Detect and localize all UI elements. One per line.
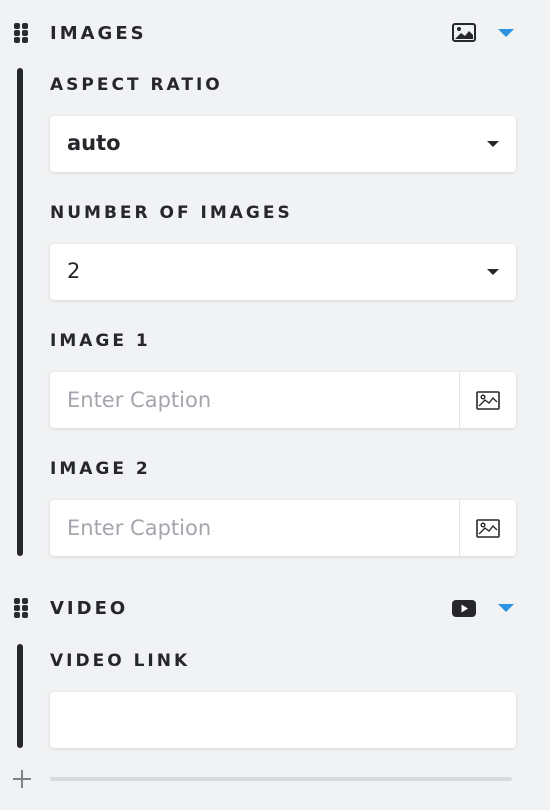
- youtube-icon: [452, 600, 476, 621]
- image-1-label: IMAGE 1: [50, 331, 151, 351]
- image-1-picker-button[interactable]: [459, 372, 516, 428]
- images-section-title: IMAGES: [50, 23, 147, 44]
- image-2-picker-button[interactable]: [459, 500, 516, 556]
- plus-icon[interactable]: [13, 770, 31, 788]
- image-2-label: IMAGE 2: [50, 459, 151, 479]
- video-section-title: VIDEO: [50, 598, 129, 619]
- number-of-images-label: NUMBER OF IMAGES: [50, 203, 293, 223]
- images-section-header[interactable]: IMAGES: [0, 13, 550, 53]
- number-of-images-select[interactable]: 2: [50, 244, 516, 300]
- add-section-divider: [50, 777, 512, 781]
- chevron-down-icon: [487, 141, 499, 147]
- image-icon: [452, 23, 476, 46]
- drag-handle-icon[interactable]: [14, 23, 28, 43]
- video-link-label: VIDEO LINK: [50, 651, 191, 671]
- video-link-field: [50, 692, 516, 748]
- aspect-ratio-select[interactable]: auto: [50, 116, 516, 172]
- number-of-images-value: 2: [67, 259, 81, 283]
- video-section-header[interactable]: VIDEO: [0, 589, 550, 629]
- image-2-caption-input[interactable]: [50, 500, 459, 556]
- aspect-ratio-label: ASPECT RATIO: [50, 75, 223, 95]
- image-1-caption-input[interactable]: [50, 372, 459, 428]
- video-collapse-caret-icon[interactable]: [498, 604, 514, 612]
- images-collapse-caret-icon[interactable]: [498, 29, 514, 37]
- image-picker-icon: [476, 390, 500, 410]
- video-link-input[interactable]: [50, 692, 516, 748]
- images-section-bar: [17, 68, 23, 556]
- aspect-ratio-value: auto: [67, 131, 121, 155]
- image-2-field: [50, 500, 516, 556]
- image-1-field: [50, 372, 516, 428]
- video-section-bar: [17, 644, 23, 748]
- image-picker-icon: [476, 518, 500, 538]
- drag-handle-icon[interactable]: [14, 598, 28, 618]
- chevron-down-icon: [487, 269, 499, 275]
